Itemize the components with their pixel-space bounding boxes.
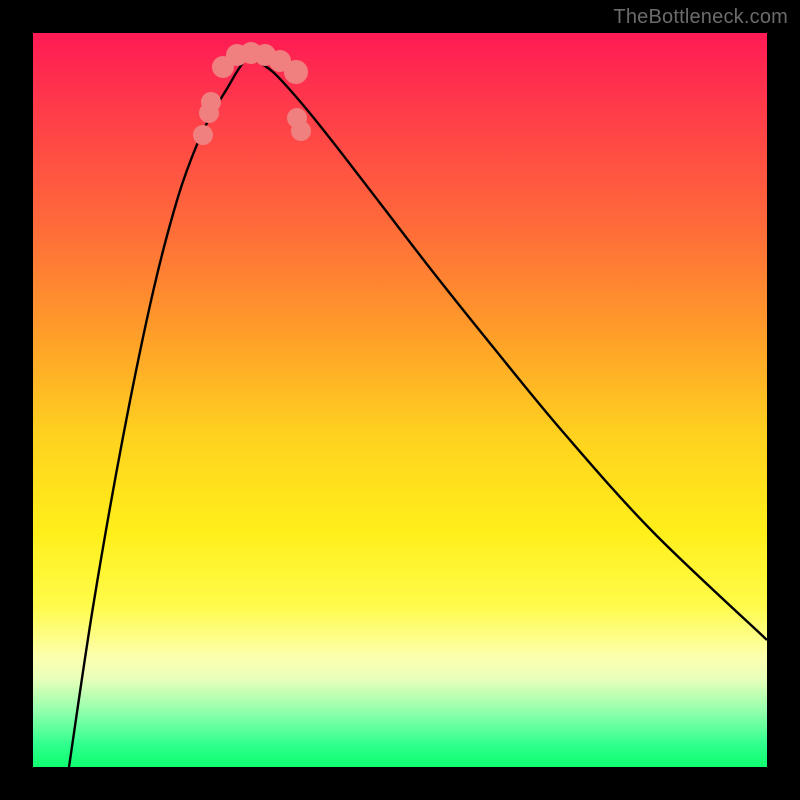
data-marker bbox=[284, 60, 308, 84]
curve-path bbox=[69, 59, 767, 767]
data-marker bbox=[201, 92, 221, 112]
chart-area bbox=[33, 33, 767, 767]
watermark-label: TheBottleneck.com bbox=[613, 6, 788, 29]
chart-svg bbox=[33, 33, 767, 767]
data-marker bbox=[193, 125, 213, 145]
data-marker bbox=[287, 108, 307, 128]
